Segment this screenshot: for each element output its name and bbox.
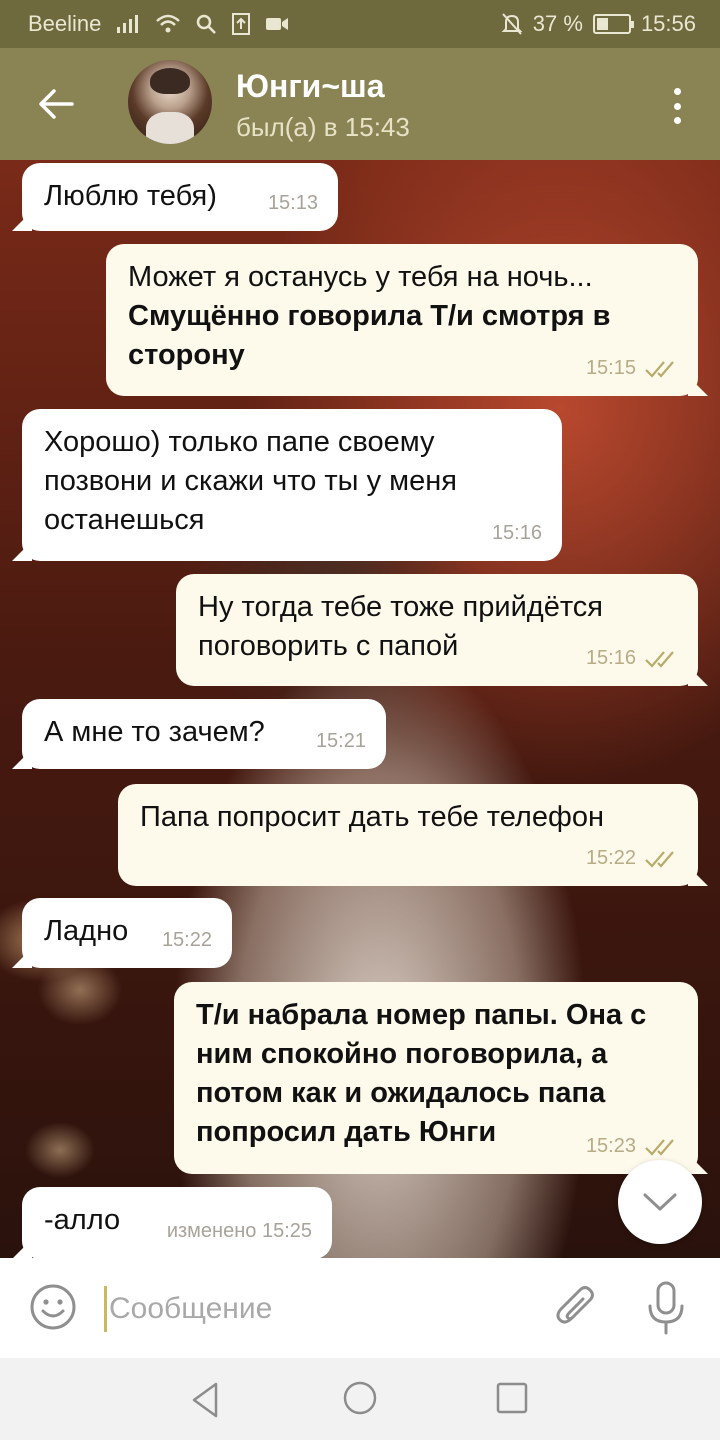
more-vert-icon — [673, 88, 681, 95]
paperclip-icon[interactable] — [552, 1282, 602, 1334]
battery-percent: 37 % — [532, 11, 583, 36]
nav-back-icon[interactable] — [186, 1380, 226, 1420]
message-time: 15:16 — [585, 647, 636, 669]
status-time: 15:56 — [640, 11, 696, 36]
message-bubble-incoming[interactable]: Ладно 15:22 — [22, 898, 232, 968]
message-text: А мне то зачем? — [44, 716, 265, 748]
message-action-text: Т/и набрала номер папы. Она с ним спокой… — [196, 999, 647, 1148]
message-bubble-incoming[interactable]: Хорошо) только папе своему позвони и ска… — [22, 409, 562, 561]
message-time: 15:23 — [585, 1135, 636, 1157]
message-text: Люблю тебя) — [44, 180, 217, 212]
message-bubble-outgoing[interactable]: Папа попросит дать тебе телефон 15:22 — [118, 784, 698, 886]
chat-message-list[interactable]: Люблю тебя) 15:13 Может я останусь у теб… — [0, 160, 720, 1258]
carrier-name: Beeline — [28, 11, 102, 36]
wifi-icon — [156, 14, 181, 33]
double-check-icon — [645, 360, 674, 378]
message-text: Папа попросит дать тебе телефон — [140, 801, 604, 833]
more-options-button[interactable] — [662, 84, 692, 128]
back-arrow-icon — [39, 89, 74, 119]
message-text: -алло — [44, 1204, 121, 1236]
message-time: изменено 15:25 — [166, 1220, 312, 1242]
contact-name[interactable]: Юнги~ша — [236, 68, 384, 105]
double-check-icon — [645, 650, 674, 668]
last-seen-status: был(а) в 15:43 — [236, 112, 410, 142]
status-bar: Beeline 37 % 15:56 — [0, 0, 720, 48]
message-time: 15:22 — [161, 929, 212, 951]
microphone-icon[interactable] — [644, 1280, 688, 1336]
nav-home-icon[interactable] — [340, 1378, 380, 1418]
contact-avatar[interactable] — [128, 60, 212, 144]
search-icon — [197, 14, 217, 34]
message-time: 15:15 — [585, 357, 636, 379]
nav-recent-icon[interactable] — [494, 1380, 530, 1416]
double-check-icon — [645, 1138, 674, 1156]
video-icon — [266, 18, 289, 30]
system-navigation-bar — [0, 1358, 720, 1440]
bell-muted-icon — [501, 13, 523, 35]
message-bubble-incoming[interactable]: А мне то зачем? 15:21 — [22, 699, 386, 769]
message-text: Может я останусь у тебя на ночь... — [128, 261, 593, 293]
chat-header: Юнги~ша был(а) в 15:43 — [0, 48, 720, 160]
signal-icon — [117, 15, 139, 33]
message-input[interactable] — [104, 1286, 524, 1332]
message-time: 15:16 — [491, 522, 542, 544]
message-text: Ну тогда тебе тоже прийдётся поговорить … — [198, 591, 603, 662]
emoji-icon[interactable] — [28, 1282, 78, 1332]
battery-icon — [592, 14, 634, 34]
message-input-bar — [0, 1258, 720, 1358]
back-button[interactable] — [30, 78, 82, 130]
message-bubble-outgoing[interactable]: Т/и набрала номер папы. Она с ним спокой… — [174, 982, 698, 1174]
message-text: Ладно — [44, 915, 129, 947]
message-text: Хорошо) только папе своему позвони и ска… — [44, 426, 457, 536]
chevron-down-icon — [643, 1193, 677, 1211]
message-bubble-outgoing[interactable]: Может я останусь у тебя на ночь... Смущё… — [106, 244, 698, 396]
message-bubble-incoming[interactable]: Люблю тебя) 15:13 — [22, 163, 338, 231]
message-time: 15:22 — [585, 847, 636, 869]
message-bubble-incoming[interactable]: -алло изменено 15:25 — [22, 1187, 332, 1258]
double-check-icon — [645, 850, 674, 868]
scroll-to-bottom-button[interactable] — [618, 1160, 702, 1244]
message-time: 15:21 — [315, 730, 366, 752]
upload-icon — [232, 13, 251, 35]
message-bubble-outgoing[interactable]: Ну тогда тебе тоже прийдётся поговорить … — [176, 574, 698, 686]
message-time: 15:13 — [267, 192, 318, 214]
